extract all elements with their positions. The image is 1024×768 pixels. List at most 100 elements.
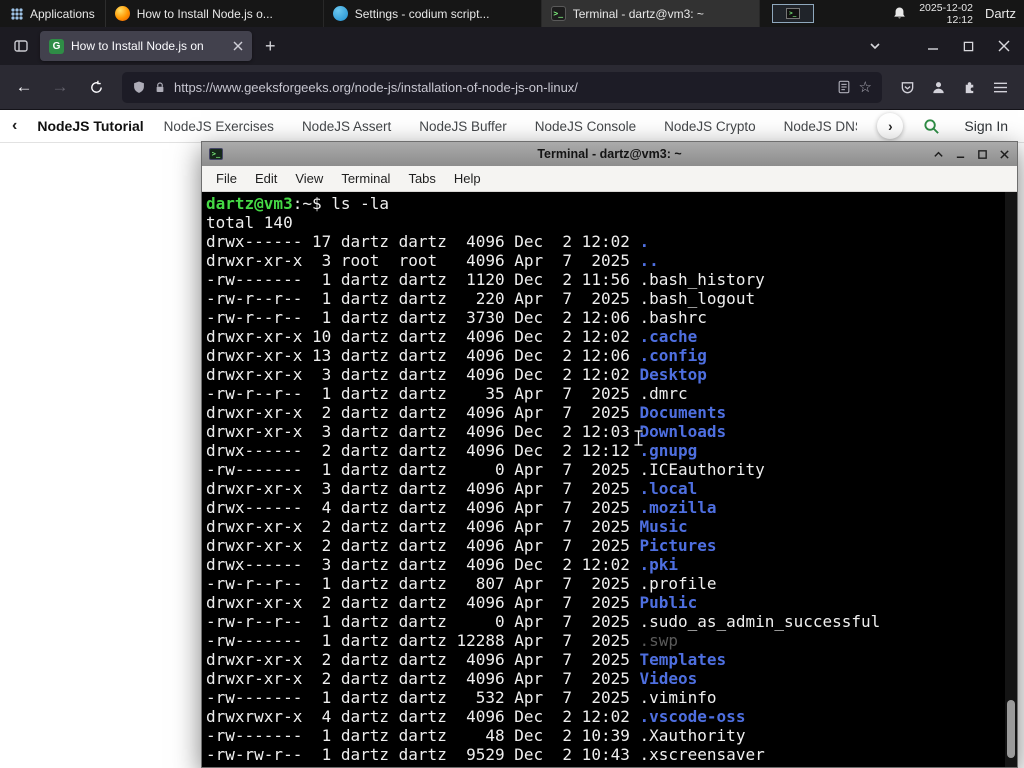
ls-entry-meta: -rw-r--r-- 1 dartz dartz 35 Apr 7 2025 <box>206 384 640 403</box>
workspace-window-thumbnail: >_ <box>785 8 800 19</box>
pocket-icon[interactable] <box>900 80 915 95</box>
ls-entry-meta: -rw-r--r-- 1 dartz dartz 220 Apr 7 2025 <box>206 289 640 308</box>
ls-entry-name: .bash_history <box>639 270 765 289</box>
back-button[interactable]: ← <box>10 73 38 101</box>
terminal-menu-file[interactable]: File <box>207 166 246 192</box>
ls-entry-name: .. <box>639 251 659 270</box>
ls-entry-meta: drwx------ 17 dartz dartz 4096 Dec 2 12:… <box>206 232 640 251</box>
terminal-ls-line: -rw------- 1 dartz dartz 532 Apr 7 2025 … <box>206 688 1017 707</box>
forward-button[interactable]: → <box>46 73 74 101</box>
terminal-prompt-line: dartz@vm3:~$ ls -la <box>206 194 1017 213</box>
extensions-puzzle-icon[interactable] <box>962 80 977 95</box>
terminal-ls-line: -rw-r--r-- 1 dartz dartz 0 Apr 7 2025 .s… <box>206 612 1017 631</box>
ls-entry-name: .swp <box>639 631 679 650</box>
workspace-switcher[interactable]: >_ <box>771 4 814 23</box>
ls-entry-meta: drwx------ 2 dartz dartz 4096 Dec 2 12:1… <box>206 441 640 460</box>
account-icon[interactable] <box>931 80 946 95</box>
site-search-icon[interactable] <box>923 118 940 135</box>
taskbar-button-codium[interactable]: Settings - codium script... <box>324 0 542 27</box>
shade-icon[interactable] <box>933 149 944 160</box>
tracking-protection-shield-icon[interactable] <box>132 80 146 95</box>
applications-icon <box>10 7 24 21</box>
terminal-titlebar[interactable]: >_ Terminal - dartz@vm3: ~ <box>202 142 1017 166</box>
url-text: https://www.geeksforgeeks.org/node-js/in… <box>174 79 578 95</box>
ls-entry-meta: drwxr-xr-x 2 dartz dartz 4096 Apr 7 2025 <box>206 536 640 555</box>
nav-scroll-right-chevron[interactable]: › <box>877 113 904 139</box>
terminal-ls-line: -rw-r--r-- 1 dartz dartz 220 Apr 7 2025 … <box>206 289 1017 308</box>
ls-entry-name: Public <box>639 593 698 612</box>
terminal-menu-edit[interactable]: Edit <box>246 166 286 192</box>
notification-bell-icon[interactable] <box>892 6 907 21</box>
minimize-icon[interactable] <box>955 149 966 160</box>
nav-link[interactable]: NodeJS Crypto <box>664 119 756 134</box>
ls-entry-name: .Xauthority <box>639 726 746 745</box>
browser-tab[interactable]: G How to Install Node.js on <box>40 31 252 61</box>
ls-entry-meta: drwxr-xr-x 3 dartz dartz 4096 Dec 2 12:0… <box>206 365 640 384</box>
nav-link[interactable]: NodeJS Buffer <box>419 119 507 134</box>
terminal-ls-line: drwxr-xr-x 2 dartz dartz 4096 Apr 7 2025… <box>206 517 1017 536</box>
nav-link[interactable]: NodeJS Assert <box>302 119 391 134</box>
nav-item-active[interactable]: NodeJS Tutorial <box>37 118 143 134</box>
terminal-menu-terminal[interactable]: Terminal <box>332 166 399 192</box>
maximize-icon[interactable] <box>977 149 988 160</box>
ls-entry-meta: drwxr-xr-x 3 root root 4096 Apr 7 2025 <box>206 251 640 270</box>
close-icon[interactable] <box>998 40 1010 52</box>
ls-entry-meta: drwxr-xr-x 3 dartz dartz 4096 Dec 2 12:0… <box>206 422 640 441</box>
terminal-menu-view[interactable]: View <box>286 166 332 192</box>
nav-scroll-left-chevron[interactable]: ‹ <box>12 117 17 135</box>
terminal-ls-line: -rw-r--r-- 1 dartz dartz 3730 Dec 2 12:0… <box>206 308 1017 327</box>
firefox-view-button[interactable] <box>8 33 34 59</box>
bookmark-star-icon[interactable]: ☆ <box>859 78 872 96</box>
ls-entry-name: Pictures <box>639 536 717 555</box>
tab-bar: G How to Install Node.js on + <box>0 27 1024 65</box>
applications-menu-button[interactable]: Applications <box>0 0 106 27</box>
maximize-icon[interactable] <box>963 41 974 52</box>
new-tab-button[interactable]: + <box>258 36 283 57</box>
taskbar-button-firefox[interactable]: How to Install Node.js o... <box>106 0 324 27</box>
panel-user-name[interactable]: Dartz <box>985 6 1016 21</box>
terminal-menu-help[interactable]: Help <box>445 166 490 192</box>
mouse-text-cursor <box>633 429 644 447</box>
scrollbar-thumb[interactable] <box>1007 700 1015 758</box>
nav-link[interactable]: NodeJS DNS <box>784 119 858 134</box>
tab-close-icon[interactable] <box>233 41 243 51</box>
terminal-icon: >_ <box>550 6 566 21</box>
panel-clock[interactable]: 2025-12-02 12:12 <box>919 2 973 26</box>
close-icon[interactable] <box>999 149 1010 160</box>
ls-entry-meta: drwxr-xr-x 2 dartz dartz 4096 Apr 7 2025 <box>206 517 640 536</box>
applications-label: Applications <box>30 6 95 21</box>
lock-icon[interactable] <box>154 81 166 94</box>
reader-mode-icon[interactable] <box>837 80 851 94</box>
nav-link[interactable]: NodeJS Exercises <box>164 119 274 134</box>
ls-entry-name: Templates <box>639 650 727 669</box>
minimize-icon[interactable] <box>927 40 939 52</box>
list-all-tabs-chevron-icon[interactable] <box>869 40 881 52</box>
reload-button[interactable] <box>82 73 110 101</box>
terminal-ls-line: drwxr-xr-x 13 dartz dartz 4096 Dec 2 12:… <box>206 346 1017 365</box>
ls-entry-name: .profile <box>639 574 717 593</box>
ls-entry-meta: drwxrwxr-x 4 dartz dartz 4096 Dec 2 12:0… <box>206 707 640 726</box>
terminal-window-controls <box>933 149 1010 160</box>
terminal-ls-line: -rw-r--r-- 1 dartz dartz 807 Apr 7 2025 … <box>206 574 1017 593</box>
menu-hamburger-icon[interactable] <box>993 81 1008 94</box>
url-bar[interactable]: https://www.geeksforgeeks.org/node-js/in… <box>122 71 882 103</box>
taskbar-button-terminal[interactable]: >_ Terminal - dartz@vm3: ~ <box>541 0 760 27</box>
terminal-scrollbar[interactable] <box>1005 192 1017 767</box>
terminal-screen[interactable]: dartz@vm3:~$ ls -la total 140 drwx------ 1… <box>202 192 1017 767</box>
ls-entry-meta: drwxr-xr-x 2 dartz dartz 4096 Apr 7 2025 <box>206 650 640 669</box>
terminal-ls-line: drwxrwxr-x 4 dartz dartz 4096 Dec 2 12:0… <box>206 707 1017 726</box>
ls-entry-name: .pki <box>639 555 679 574</box>
terminal-menu-tabs[interactable]: Tabs <box>399 166 444 192</box>
terminal-ls-line: drwxr-xr-x 2 dartz dartz 4096 Apr 7 2025… <box>206 536 1017 555</box>
taskbar-button-title: How to Install Node.js o... <box>136 6 273 21</box>
nav-link[interactable]: NodeJS Console <box>535 119 636 134</box>
ls-entry-name: Desktop <box>639 365 707 384</box>
navigation-toolbar: ← → https://www.geeksforgeeks.org/node-j… <box>0 65 1024 110</box>
ls-entry-meta: -rw------- 1 dartz dartz 532 Apr 7 2025 <box>206 688 640 707</box>
terminal-ls-line: drwxr-xr-x 2 dartz dartz 4096 Apr 7 2025… <box>206 669 1017 688</box>
ls-entry-meta: drwx------ 4 dartz dartz 4096 Apr 7 2025 <box>206 498 640 517</box>
geeksforgeeks-favicon: G <box>49 38 64 54</box>
sign-in-button[interactable]: Sign In <box>960 118 1012 134</box>
taskbar-button-title: Settings - codium script... <box>354 6 490 21</box>
terminal-ls-line: drwxr-xr-x 2 dartz dartz 4096 Apr 7 2025… <box>206 650 1017 669</box>
